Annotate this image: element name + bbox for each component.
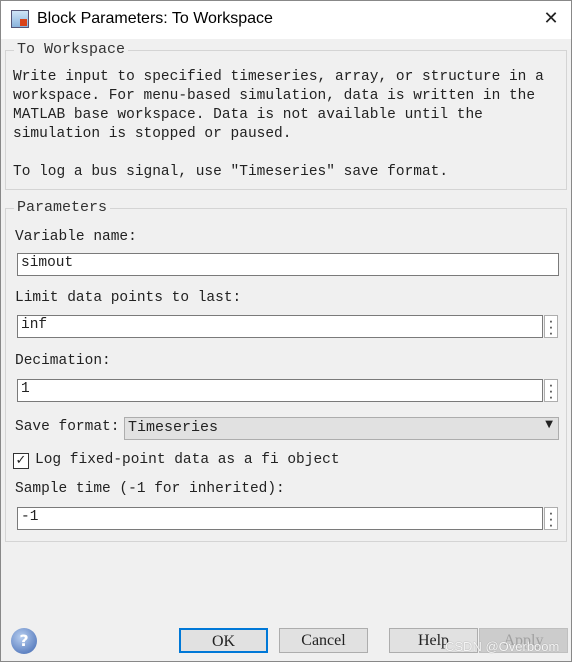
save-format-value: Timeseries (128, 419, 219, 436)
description-line: simulation is stopped or paused. (13, 126, 292, 142)
parameters-group-title: Parameters (14, 199, 111, 216)
save-format-label: Save format: (15, 419, 120, 435)
cancel-button[interactable]: Cancel (279, 628, 368, 653)
limit-options-button[interactable]: · · · (544, 315, 558, 340)
decimation-input[interactable]: 1 (17, 379, 543, 402)
simulink-block-icon (11, 10, 29, 28)
description-line: MATLAB base workspace. Data is not avail… (13, 107, 483, 123)
description-line: To log a bus signal, use "Timeseries" sa… (13, 164, 449, 180)
decimation-options-button[interactable]: · · · (544, 379, 558, 404)
window-title: Block Parameters: To Workspace (37, 10, 273, 27)
title-bar: Block Parameters: To Workspace ✕ (1, 1, 571, 39)
close-icon[interactable]: ✕ (539, 7, 563, 31)
chevron-down-icon: ▼ (545, 419, 553, 430)
sample-time-label: Sample time (-1 for inherited): (15, 481, 285, 497)
log-fixed-point-label: Log fixed-point data as a fi object (35, 452, 340, 468)
limit-input[interactable]: inf (17, 315, 543, 338)
description-line: Write input to specified timeseries, arr… (13, 69, 544, 85)
description-line: workspace. For menu-based simulation, da… (13, 88, 536, 104)
sample-time-input[interactable]: -1 (17, 507, 543, 530)
sample-time-options-button[interactable]: · · · (544, 507, 558, 532)
watermark: CSDN @Overboom (445, 639, 560, 654)
ok-button[interactable]: OK (179, 628, 268, 653)
description-group-title: To Workspace (14, 41, 129, 58)
decimation-label: Decimation: (15, 353, 111, 369)
variable-name-label: Variable name: (15, 229, 137, 245)
help-question-icon[interactable]: ? (11, 628, 37, 654)
log-fixed-point-checkbox[interactable]: ✓ (13, 453, 29, 469)
variable-name-input[interactable]: simout (17, 253, 559, 276)
limit-label: Limit data points to last: (15, 290, 242, 306)
save-format-select[interactable]: Timeseries ▼ (124, 417, 559, 440)
